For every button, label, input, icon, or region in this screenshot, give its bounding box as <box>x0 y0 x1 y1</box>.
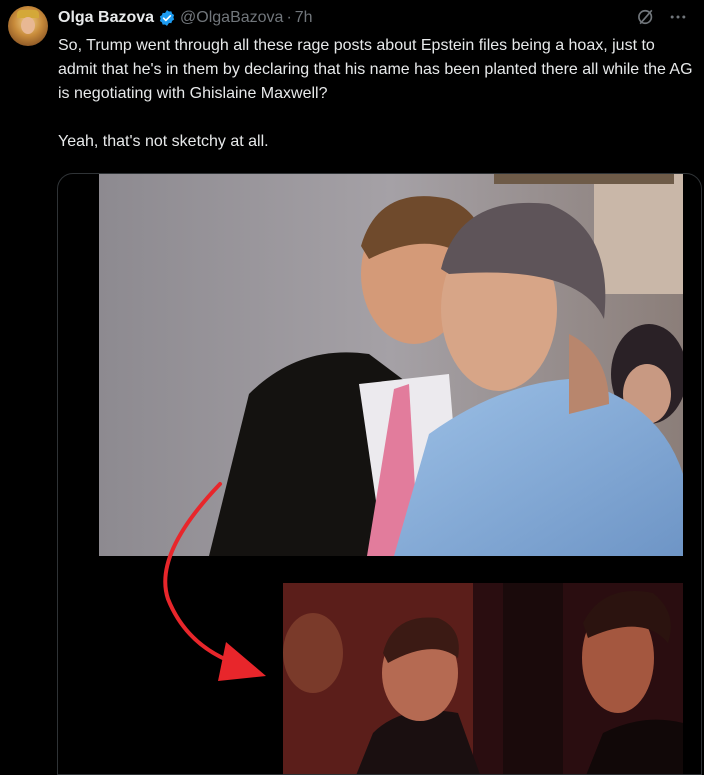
timestamp[interactable]: 7h <box>295 9 313 27</box>
media-photo-bottom <box>283 583 683 774</box>
red-arrow-annotation <box>163 482 266 681</box>
separator-dot: · <box>286 9 292 26</box>
author-handle[interactable]: @OlgaBazova <box>180 9 283 27</box>
tweet-media[interactable] <box>57 173 702 775</box>
tweet-header: Olga Bazova @OlgaBazova · 7h <box>58 7 694 29</box>
tweet-paragraph: So, Trump went through all these rage po… <box>58 37 693 102</box>
avatar[interactable] <box>8 6 48 46</box>
author-name[interactable]: Olga Bazova <box>58 9 154 27</box>
verified-badge-icon <box>158 9 176 27</box>
more-icon[interactable] <box>668 7 688 32</box>
tweet-text: So, Trump went through all these rage po… <box>58 34 698 154</box>
grok-icon[interactable] <box>636 7 656 32</box>
tweet-paragraph: Yeah, that's not sketchy at all. <box>58 133 269 150</box>
